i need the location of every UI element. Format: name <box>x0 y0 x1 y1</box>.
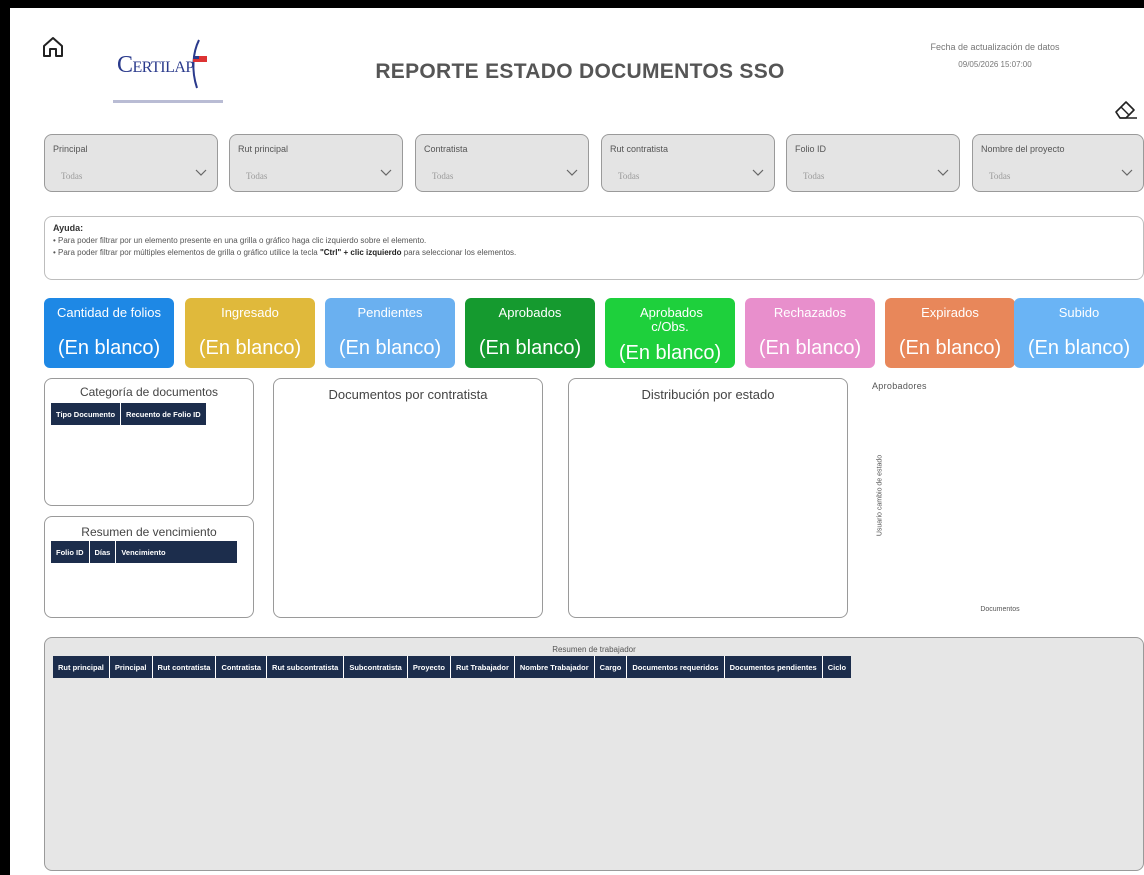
filter-nombre-proyecto[interactable]: Nombre del proyecto Todas <box>972 134 1144 192</box>
filter-value: Todas <box>432 171 454 181</box>
card-ingresado[interactable]: Ingresado (En blanco) <box>185 298 315 368</box>
card-pendientes[interactable]: Pendientes (En blanco) <box>325 298 455 368</box>
aprobadores-title: Aprobadores <box>872 381 927 391</box>
help-line-2: • Para poder filtrar por múltiples eleme… <box>53 248 1135 257</box>
column-header[interactable]: Ciclo <box>823 656 851 678</box>
company-logo: CERTILAP <box>107 30 227 108</box>
card-rechazados[interactable]: Rechazados (En blanco) <box>745 298 875 368</box>
chevron-down-icon <box>937 169 949 176</box>
card-value: (En blanco) <box>198 337 302 359</box>
column-header[interactable]: Proyecto <box>408 656 451 678</box>
card-label: Cantidad de folios <box>56 305 162 320</box>
column-header[interactable]: Cargo <box>595 656 628 678</box>
column-header[interactable]: Rut principal <box>53 656 110 678</box>
panel-documentos-contratista: Documentos por contratista <box>273 378 543 618</box>
update-date-label: Fecha de actualización de datos <box>930 42 1060 52</box>
column-header[interactable]: Rut contratista <box>153 656 217 678</box>
panel-title: Documentos por contratista <box>328 387 488 402</box>
chevron-down-icon <box>566 169 578 176</box>
help-line-2-post: para seleccionar los elementos. <box>401 248 517 257</box>
panel-categoria-documentos: Categoría de documentos Tipo Documento R… <box>44 378 254 506</box>
column-header[interactable]: Recuento de Folio ID <box>121 403 206 425</box>
column-header[interactable]: Documentos requeridos <box>627 656 725 678</box>
card-value: (En blanco) <box>1027 337 1131 359</box>
column-header[interactable]: Contratista <box>216 656 268 678</box>
aprobadores-x-axis-label: Documentos <box>980 606 1020 613</box>
panel-resumen-trabajador: Resumen de trabajador Rut principal Prin… <box>44 637 1144 871</box>
help-line-2-pre: • Para poder filtrar por múltiples eleme… <box>53 248 320 257</box>
column-header[interactable]: Vencimiento <box>116 541 237 563</box>
card-label: Expirados <box>921 305 979 320</box>
panel-title: Distribución por estado <box>641 387 775 402</box>
filter-label: Contratista <box>424 144 468 154</box>
table-header: Rut principal Principal Rut contratista … <box>53 656 852 678</box>
card-label: Subido <box>1058 305 1100 320</box>
help-line-1: • Para poder filtrar por un elemento pre… <box>53 236 427 245</box>
filter-label: Rut principal <box>238 144 289 154</box>
card-aprobados-obs[interactable]: Aprobados c/Obs. (En blanco) <box>605 298 735 368</box>
card-label: Aprobados <box>498 305 562 320</box>
home-icon[interactable] <box>40 34 66 60</box>
chevron-down-icon <box>380 169 392 176</box>
column-header[interactable]: Principal <box>110 656 153 678</box>
aprobadores-y-axis-label: Usuario cambio de estado <box>876 454 884 537</box>
card-label: Pendientes <box>357 305 423 320</box>
panel-title: Categoría de documentos <box>79 385 219 399</box>
column-header[interactable]: Rut Trabajador <box>451 656 515 678</box>
card-value: (En blanco) <box>618 342 722 364</box>
card-aprobados[interactable]: Aprobados (En blanco) <box>465 298 595 368</box>
help-box: Ayuda: • Para poder filtrar por un eleme… <box>44 216 1144 280</box>
help-line-2-key: "Ctrl" + clic izquierdo <box>319 248 402 257</box>
filter-value: Todas <box>246 171 268 181</box>
filter-folio-id[interactable]: Folio ID Todas <box>786 134 960 192</box>
filter-principal[interactable]: Principal Todas <box>44 134 218 192</box>
panel-distribucion-estado: Distribución por estado <box>568 378 848 618</box>
panel-title: Resumen de vencimiento <box>81 525 217 539</box>
update-date-value: 09/05/2026 15:07:00 <box>958 60 1032 69</box>
chevron-down-icon <box>195 169 207 176</box>
eraser-icon[interactable] <box>1113 96 1139 120</box>
table-header: Tipo Documento Recuento de Folio ID <box>51 403 206 425</box>
filter-value: Todas <box>618 171 640 181</box>
chevron-down-icon <box>1121 169 1133 176</box>
card-value: (En blanco) <box>57 337 161 359</box>
card-value: (En blanco) <box>338 337 442 359</box>
chevron-down-icon <box>752 169 764 176</box>
report-title: REPORTE ESTADO DOCUMENTOS SSO <box>375 60 785 83</box>
card-label: Aprobados c/Obs. <box>640 305 703 334</box>
filter-label: Principal <box>53 144 88 154</box>
column-header[interactable]: Subcontratista <box>344 656 408 678</box>
report-page: CERTILAP REPORTE ESTADO DOCUMENTOS SSO F… <box>10 8 1144 875</box>
column-header[interactable]: Folio ID <box>51 541 90 563</box>
column-header[interactable]: Rut subcontratista <box>267 656 345 678</box>
card-value: (En blanco) <box>478 337 582 359</box>
card-value: (En blanco) <box>898 337 1002 359</box>
card-cantidad-folios[interactable]: Cantidad de folios (En blanco) <box>44 298 174 368</box>
filter-contratista[interactable]: Contratista Todas <box>415 134 589 192</box>
filter-value: Todas <box>803 171 825 181</box>
filter-value: Todas <box>61 171 83 181</box>
help-title: Ayuda: <box>53 223 84 233</box>
card-expirados[interactable]: Expirados (En blanco) <box>885 298 1015 368</box>
card-label: Rechazados <box>773 305 847 320</box>
column-header[interactable]: Nombre Trabajador <box>515 656 595 678</box>
column-header[interactable]: Tipo Documento <box>51 403 122 425</box>
filter-label: Nombre del proyecto <box>981 144 1065 154</box>
panel-title: Resumen de trabajador <box>552 645 636 654</box>
filter-value: Todas <box>989 171 1011 181</box>
table-header: Folio ID Días Vencimiento <box>51 541 237 563</box>
filter-label: Folio ID <box>795 144 827 154</box>
column-header[interactable]: Días <box>90 541 117 563</box>
panel-resumen-vencimiento: Resumen de vencimiento Folio ID Días Ven… <box>44 516 254 618</box>
card-subido[interactable]: Subido (En blanco) <box>1014 298 1144 368</box>
filter-rut-contratista[interactable]: Rut contratista Todas <box>601 134 775 192</box>
filter-label: Rut contratista <box>610 144 669 154</box>
card-value: (En blanco) <box>758 337 862 359</box>
column-header[interactable]: Documentos pendientes <box>725 656 823 678</box>
filter-rut-principal[interactable]: Rut principal Todas <box>229 134 403 192</box>
card-label: Ingresado <box>221 305 279 320</box>
